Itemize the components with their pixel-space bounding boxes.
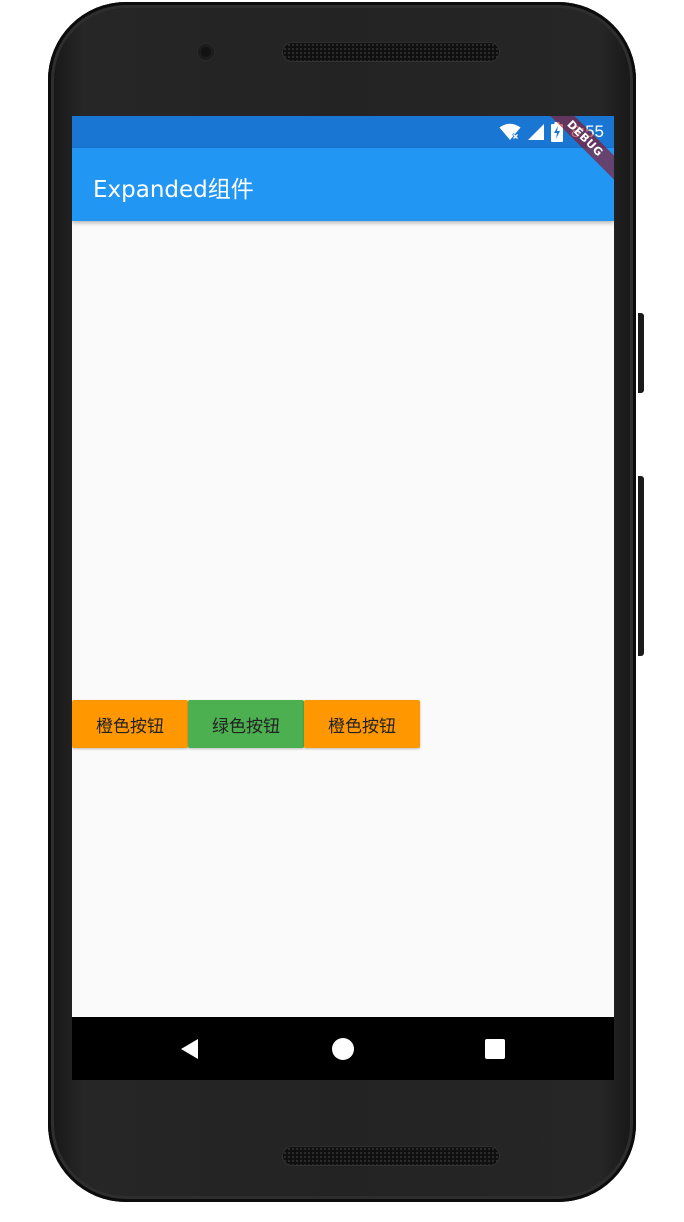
button-row: 橙色按钮 绿色按钮 橙色按钮 bbox=[72, 700, 420, 748]
orange-button-1[interactable]: 橙色按钮 bbox=[72, 700, 188, 748]
status-bar: 8:55 bbox=[72, 116, 614, 148]
bottom-speaker bbox=[283, 1147, 499, 1165]
signal-icon bbox=[527, 124, 544, 140]
navigation-bar bbox=[72, 1017, 614, 1080]
front-camera bbox=[198, 44, 214, 60]
earpiece-speaker bbox=[283, 43, 499, 61]
home-icon bbox=[332, 1037, 354, 1060]
app-bar: Expanded组件 bbox=[72, 148, 614, 221]
recent-apps-icon bbox=[485, 1038, 505, 1059]
nav-recent-apps-button[interactable] bbox=[455, 1017, 535, 1080]
content-area: 橙色按钮 绿色按钮 橙色按钮 bbox=[72, 221, 614, 1017]
page-title: Expanded组件 bbox=[93, 177, 254, 203]
orange-button-2[interactable]: 橙色按钮 bbox=[304, 700, 420, 748]
green-button[interactable]: 绿色按钮 bbox=[188, 700, 304, 748]
nav-home-button[interactable] bbox=[303, 1017, 383, 1080]
power-button bbox=[638, 313, 644, 393]
volume-button bbox=[638, 476, 644, 656]
device-screen: 8:55 Expanded组件 DEBUG 橙色按钮 绿色按钮 橙色按钮 bbox=[72, 116, 614, 1080]
wifi-icon bbox=[499, 123, 521, 140]
nav-back-button[interactable] bbox=[150, 1017, 230, 1080]
back-icon bbox=[181, 1038, 198, 1059]
